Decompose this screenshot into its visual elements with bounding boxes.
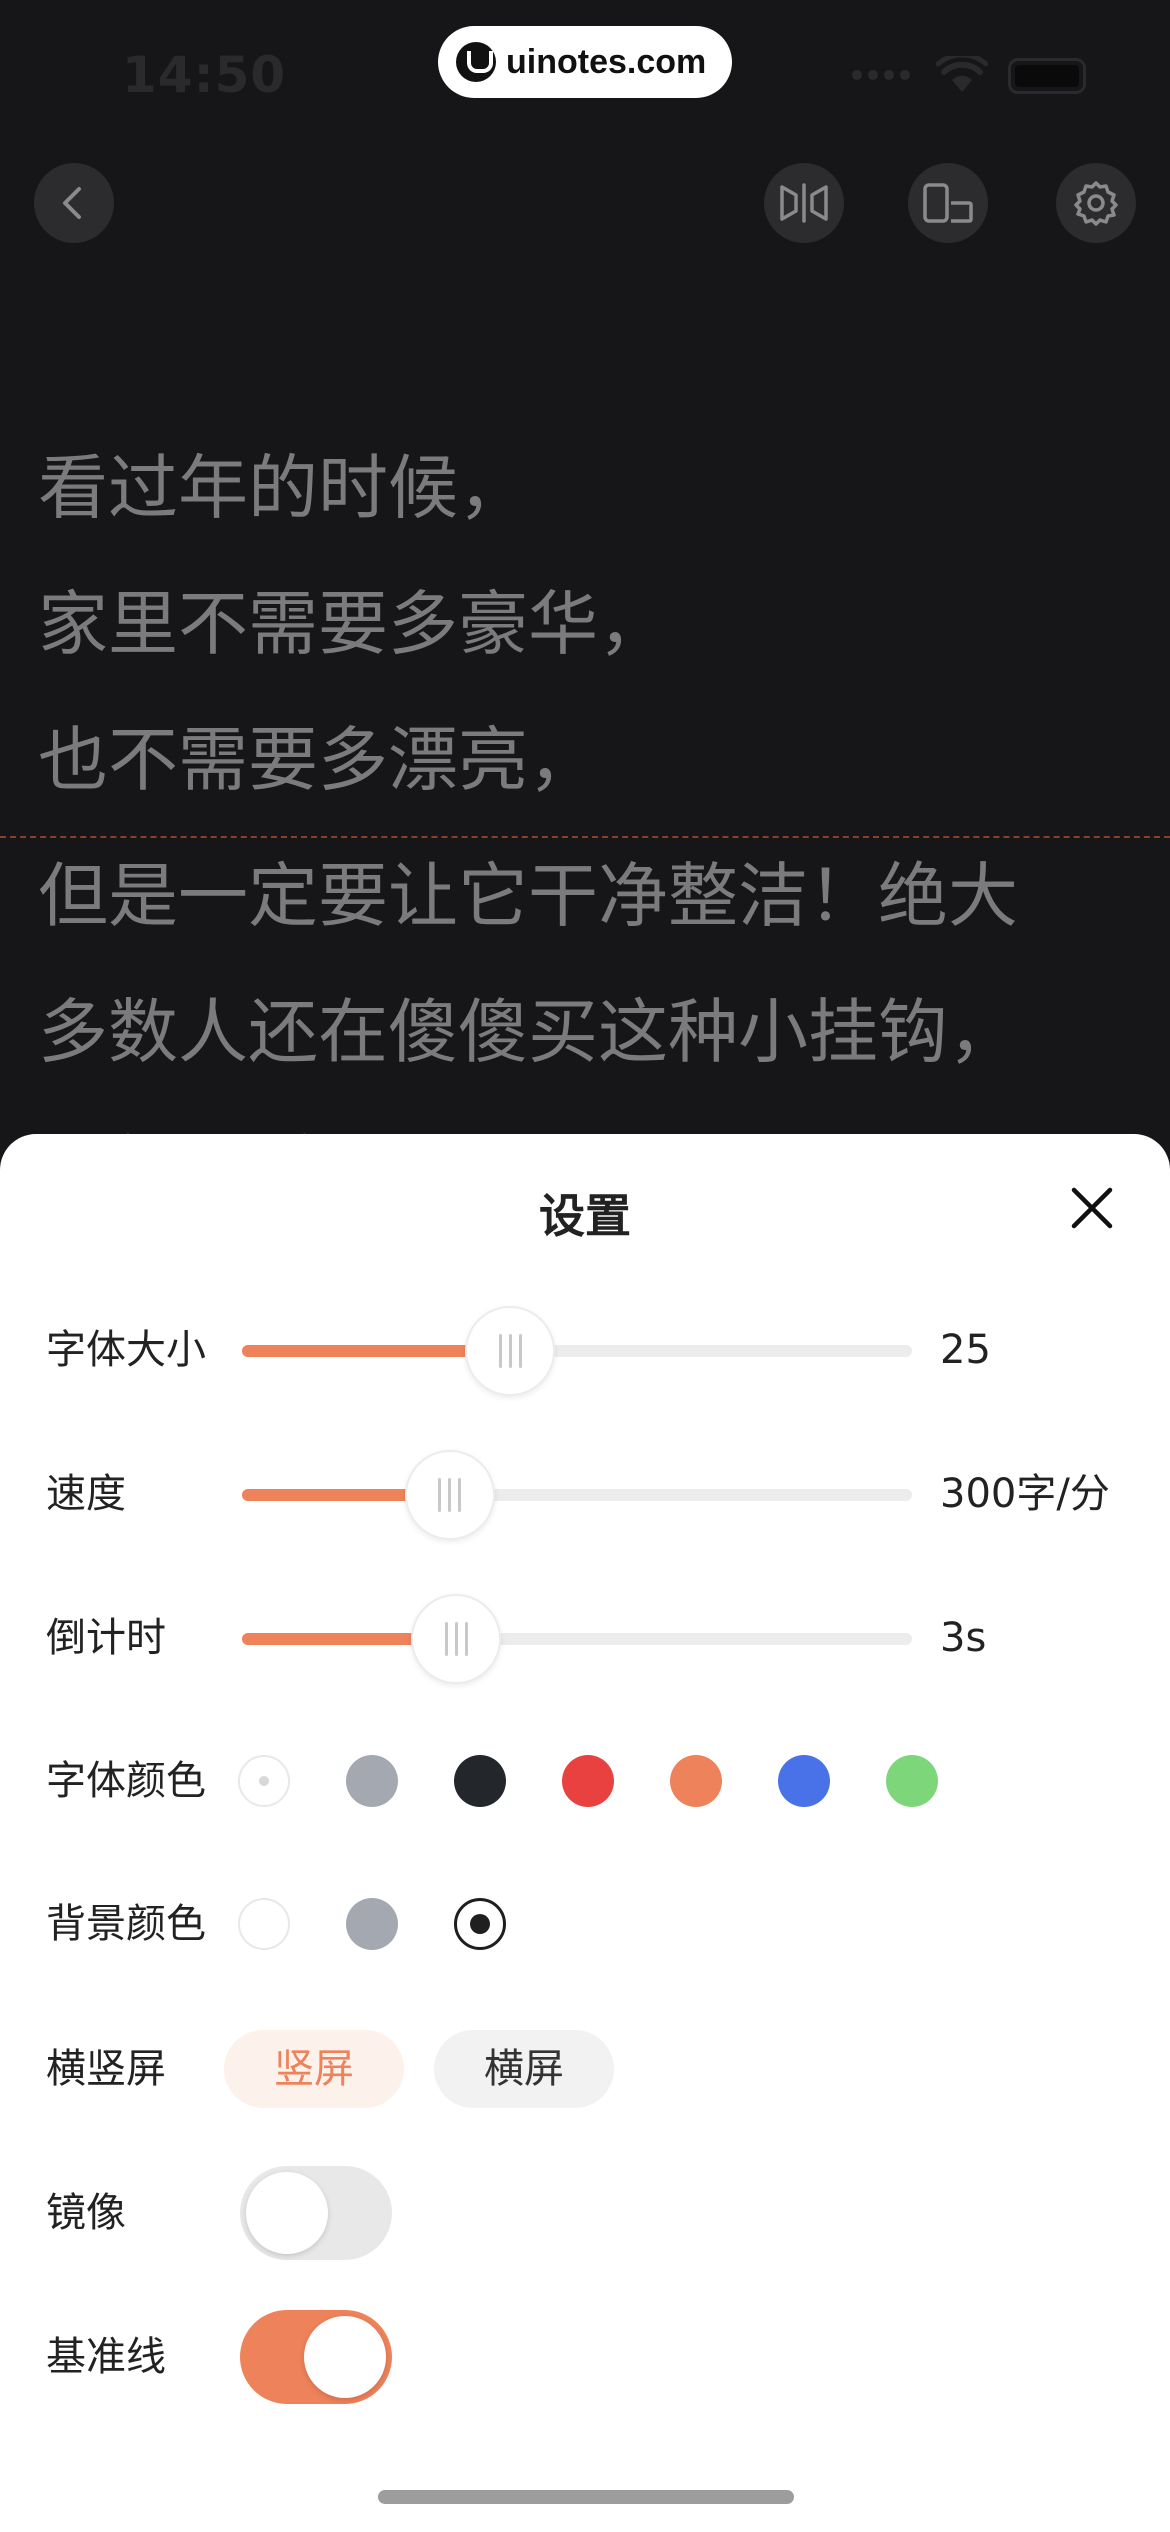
close-icon[interactable]	[1066, 1182, 1118, 1234]
speed-label: 速度	[46, 1471, 126, 1517]
color-swatch[interactable]	[346, 1755, 398, 1807]
baseline-toggle[interactable]	[240, 2310, 392, 2404]
script-line: 家里不需要多豪华，	[38, 583, 668, 665]
font-size-value: 25	[940, 1327, 991, 1373]
color-swatch[interactable]	[346, 1898, 398, 1950]
speed-slider[interactable]	[242, 1450, 912, 1540]
wifi-icon	[936, 56, 988, 92]
font-color-label: 字体颜色	[46, 1758, 206, 1804]
baseline-label: 基准线	[46, 2334, 166, 2380]
countdown-slider[interactable]	[242, 1594, 912, 1684]
slider-thumb[interactable]	[465, 1306, 555, 1396]
teleprompter-script: 看过年的时候， 家里不需要多豪华， 也不需要多漂亮， 但是一定要让它干净整洁！绝…	[38, 420, 1138, 1236]
home-indicator	[378, 2490, 794, 2504]
font-size-slider[interactable]	[242, 1306, 912, 1396]
rotate-device-icon	[923, 183, 973, 223]
countdown-label: 倒计时	[46, 1615, 166, 1661]
orientation-button[interactable]	[908, 163, 988, 243]
color-swatch[interactable]	[886, 1755, 938, 1807]
slider-thumb[interactable]	[411, 1594, 502, 1684]
script-line: 多数人还在傻傻买这种小挂钩，	[38, 991, 1018, 1073]
slider-thumb[interactable]	[404, 1450, 495, 1540]
watermark-text: uinotes.com	[506, 42, 707, 81]
reading-baseline	[0, 836, 1170, 838]
back-button[interactable]	[34, 163, 114, 243]
battery-icon	[1008, 58, 1086, 94]
font-size-label: 字体大小	[46, 1327, 206, 1373]
color-swatch[interactable]	[238, 1755, 290, 1807]
color-swatch[interactable]	[670, 1755, 722, 1807]
color-swatch[interactable]	[238, 1898, 290, 1950]
sheet-title: 设置	[539, 1189, 631, 1243]
gear-icon	[1074, 181, 1118, 226]
color-swatch[interactable]	[454, 1898, 506, 1950]
status-time: 14:50	[122, 46, 287, 104]
color-swatch[interactable]	[778, 1755, 830, 1807]
script-line: 也不需要多漂亮，	[38, 719, 598, 801]
cellular-signal-icon	[852, 70, 910, 80]
landscape-option[interactable]: 横屏	[434, 2030, 614, 2108]
portrait-option[interactable]: 竖屏	[224, 2030, 404, 2108]
speed-value: 300字/分	[940, 1471, 1110, 1517]
watermark-logo-icon	[456, 42, 496, 82]
watermark-badge: uinotes.com	[438, 26, 732, 98]
color-swatch[interactable]	[562, 1755, 614, 1807]
color-swatch[interactable]	[454, 1755, 506, 1807]
mirror-button[interactable]	[764, 163, 844, 243]
script-line: 但是一定要让它干净整洁！绝大	[38, 855, 1018, 937]
mirror-icon	[780, 183, 828, 223]
script-line: 看过年的时候，	[38, 447, 528, 529]
chevron-left-icon	[63, 187, 81, 219]
bg-color-label: 背景颜色	[46, 1901, 206, 1947]
mirror-toggle[interactable]	[240, 2166, 392, 2260]
countdown-value: 3s	[940, 1615, 987, 1661]
settings-button[interactable]	[1056, 163, 1136, 243]
mirror-label: 镜像	[46, 2190, 126, 2236]
orientation-label: 横竖屏	[46, 2046, 166, 2092]
